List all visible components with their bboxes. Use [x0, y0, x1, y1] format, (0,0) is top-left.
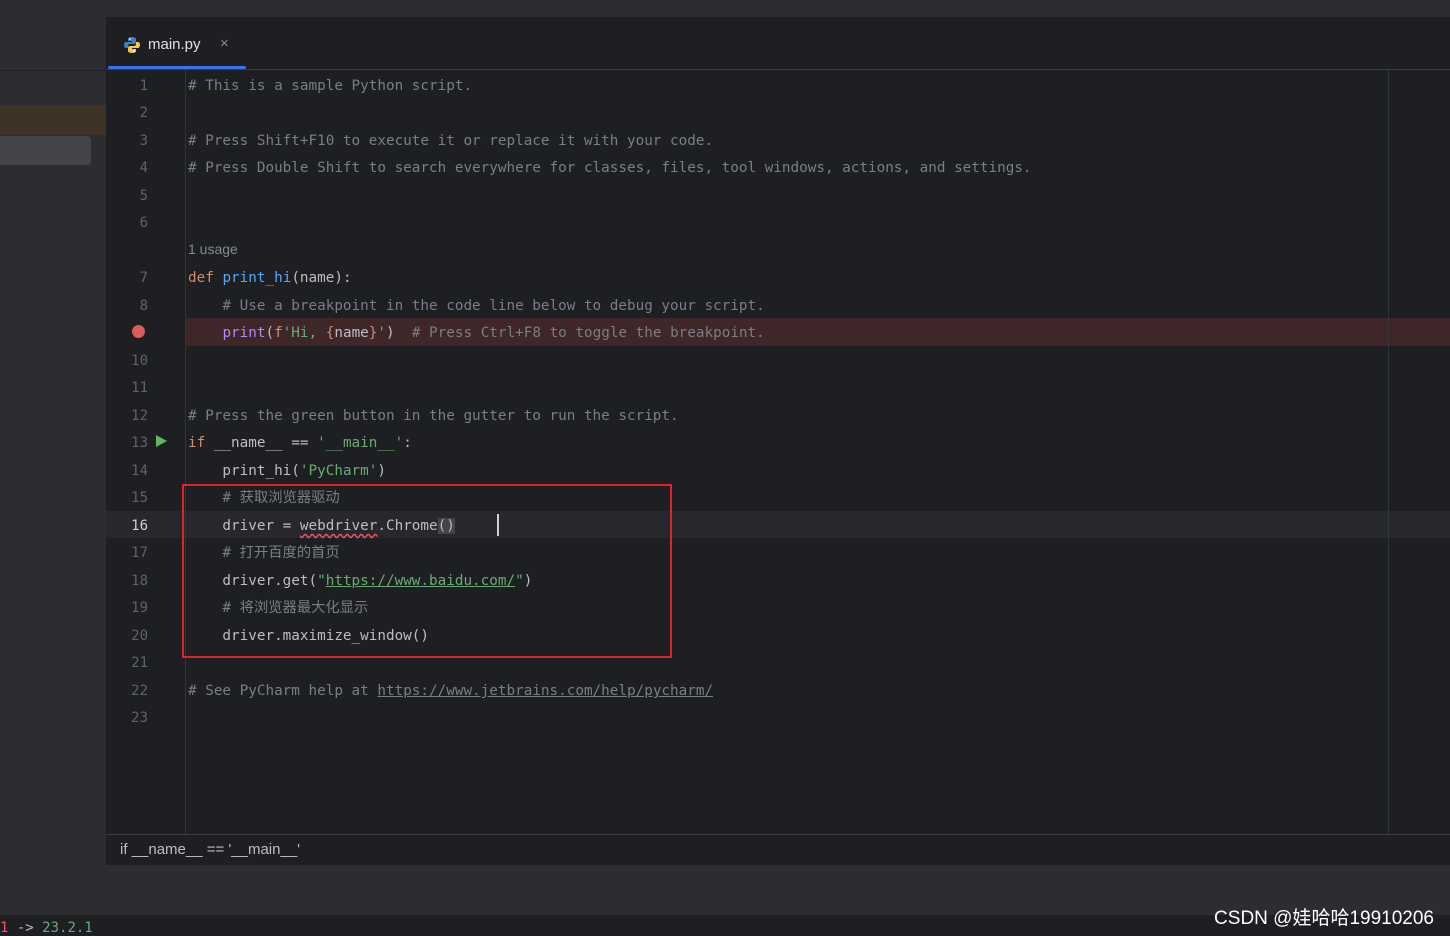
line-number: 6	[139, 215, 148, 231]
line-number: 23	[131, 710, 148, 726]
line-number: 2	[139, 105, 148, 121]
gutter-divider	[185, 70, 186, 834]
code-line: # This is a sample Python script.	[188, 78, 473, 94]
editor-tab-bar: main.py ×	[106, 17, 1450, 70]
line-number: 14	[131, 463, 148, 479]
panel-separator	[0, 70, 106, 71]
line-number: 21	[131, 655, 148, 671]
line-number: 7	[139, 270, 148, 286]
line-number: 11	[131, 380, 148, 396]
code-line: # Use a breakpoint in the code line belo…	[188, 298, 765, 314]
project-tool-window	[0, 17, 106, 865]
code-line: def print_hi(name):	[188, 270, 352, 286]
line-number: 19	[131, 600, 148, 616]
console-text: 1 -> 23.2.1	[0, 920, 93, 936]
breadcrumb[interactable]: if __name__ == '__main__'	[106, 834, 1450, 865]
code-line: # Press the green button in the gutter t…	[188, 408, 679, 424]
line-number-current: 16	[131, 518, 148, 534]
close-icon[interactable]: ×	[220, 35, 229, 53]
tab-label: main.py	[148, 36, 201, 53]
code-line-breakpoint: print(f'Hi, {name}') # Press Ctrl+F8 to …	[222, 325, 765, 341]
code-editor[interactable]: 1 2 3 4 5 6 7 8 10 11 12 13 14 15 16 17 …	[106, 70, 1450, 834]
line-number: 17	[131, 545, 148, 561]
tab-main-py[interactable]: main.py ×	[106, 17, 246, 70]
line-number: 1	[139, 78, 148, 94]
line-number: 4	[139, 160, 148, 176]
code-line: # Press Shift+F10 to execute it or repla…	[188, 133, 714, 149]
line-number: 8	[139, 298, 148, 314]
project-tree-highlight[interactable]	[0, 105, 106, 135]
line-number: 13	[131, 435, 148, 451]
usage-inlay-hint[interactable]: 1 usage	[188, 241, 238, 257]
line-number: 3	[139, 133, 148, 149]
code-line: if __name__ == '__main__':	[188, 435, 412, 451]
breadcrumb-item[interactable]: if __name__ == '__main__'	[120, 841, 300, 858]
annotation-box	[182, 484, 672, 658]
window-top-strip	[0, 0, 1450, 17]
line-number: 18	[131, 573, 148, 589]
right-margin-guide	[1388, 70, 1389, 834]
watermark: CSDN @娃哈哈19910206	[1214, 908, 1434, 929]
line-number: 12	[131, 408, 148, 424]
line-number: 15	[131, 490, 148, 506]
breakpoint-icon[interactable]	[132, 325, 145, 338]
project-tree-selected-item[interactable]	[0, 136, 91, 165]
line-number: 22	[131, 683, 148, 699]
code-line: # Press Double Shift to search everywher…	[188, 160, 1032, 176]
line-number: 5	[139, 188, 148, 204]
code-line: print_hi('PyCharm')	[188, 463, 386, 479]
line-number: 10	[131, 353, 148, 369]
run-icon[interactable]	[156, 435, 167, 447]
python-file-icon	[124, 37, 140, 53]
active-tab-indicator	[108, 66, 246, 69]
line-number: 20	[131, 628, 148, 644]
code-line: # See PyCharm help at https://www.jetbra…	[188, 683, 714, 699]
